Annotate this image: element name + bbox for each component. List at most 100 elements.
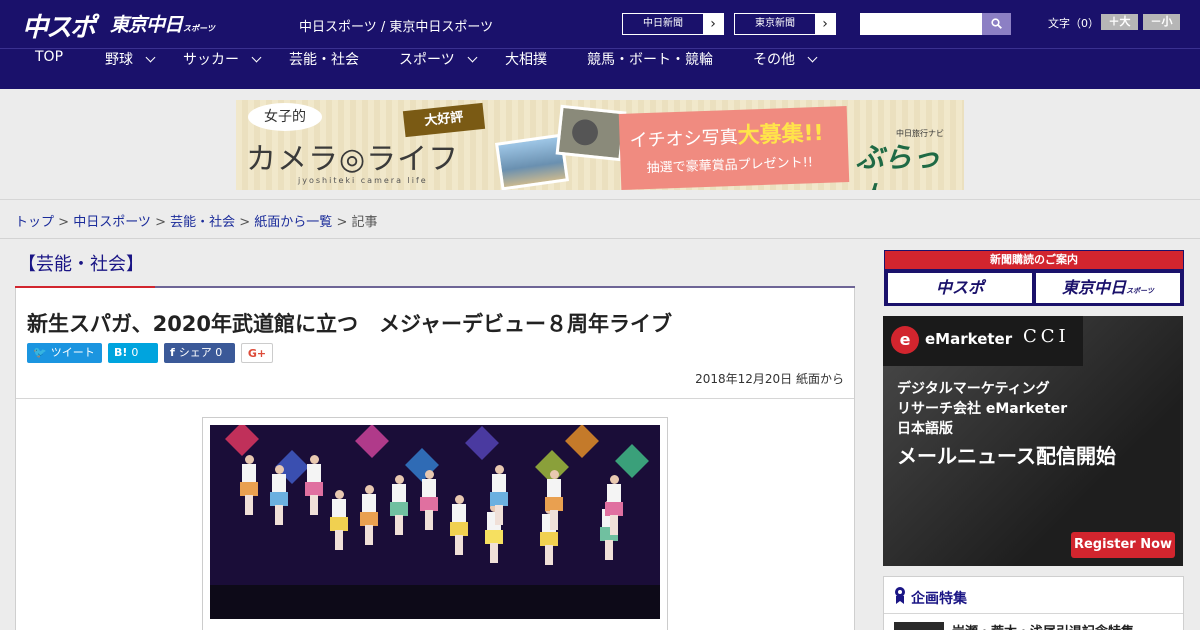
promo-line-1-pre: イチオシ写真	[629, 126, 738, 152]
paper-link-label: 中日新聞	[623, 14, 703, 34]
chevron-right-icon: ›	[822, 16, 828, 32]
ad-line-1: デジタルマーケティング	[897, 381, 1050, 397]
google-plus-button[interactable]: G+	[241, 343, 273, 363]
camera-life-banner-ad[interactable]: 女子的 カメラ◎ライフ jyoshiteki camera life 大好評 イ…	[236, 100, 964, 190]
tokyo-shimbun-link[interactable]: 東京新聞 ›	[734, 13, 836, 35]
emarketer-logo-icon: e	[891, 326, 919, 354]
hatena-icon: B!	[114, 346, 128, 359]
ad-line-3: 日本語版	[897, 421, 953, 437]
ad-partner: CCI	[1023, 326, 1070, 347]
nav-label: その他	[753, 52, 795, 68]
banner-bubble: 女子的	[248, 103, 322, 131]
tokyo-chunichi-logo[interactable]: 東京中日スポーツ	[110, 10, 215, 37]
search-icon	[991, 18, 1002, 29]
nav-item-entertainment[interactable]: 芸能・社会	[289, 49, 359, 89]
subscribe-logo-sub: スポーツ	[1126, 287, 1154, 295]
feature-title: 企画特集	[911, 591, 967, 607]
stage-decoration	[615, 444, 649, 478]
performer	[450, 495, 468, 555]
subscription-box: 新聞購読のご案内 中スポ 東京中日スポーツ	[884, 250, 1184, 306]
nav-item-sumo[interactable]: 大相撲	[505, 49, 547, 89]
concert-photo[interactable]	[210, 425, 660, 619]
subscribe-chuspo-button[interactable]: 中スポ	[888, 273, 1032, 303]
banner-promo-card: イチオシ写真大募集!! 抽選で豪華賞品プレゼント!!	[618, 106, 850, 190]
hatena-count: 0	[131, 346, 139, 359]
stage-decoration	[565, 425, 599, 458]
font-size-label: 文字（0）	[1048, 17, 1099, 30]
subscribe-tokyo-chunichi-button[interactable]: 東京中日スポーツ	[1036, 273, 1180, 303]
search-input[interactable]	[860, 13, 982, 35]
chevron-right-icon: ›	[710, 16, 716, 32]
hatena-bookmark-button[interactable]: B! 0	[108, 343, 158, 363]
nav-item-racing[interactable]: 競馬・ボート・競輪	[587, 49, 713, 89]
ad-logo-bar: e eMarketer CCI	[883, 316, 1083, 366]
nav-item-soccer[interactable]: サッカー	[183, 49, 262, 89]
breadcrumb-link-print-list[interactable]: 紙面から一覧	[254, 215, 332, 230]
nav-label: 大相撲	[505, 52, 547, 68]
nav-item-top[interactable]: TOP	[35, 49, 63, 89]
subscribe-logo-text: 東京中日	[1062, 278, 1127, 297]
nav-label: スポーツ	[399, 52, 455, 68]
banner-brand-logo: ぶらっ人	[856, 141, 941, 190]
ad-line-2: リサーチ会社 eMarketer	[897, 401, 1068, 417]
search-button[interactable]	[982, 13, 1011, 35]
font-larger-button[interactable]: ＋大	[1101, 14, 1138, 30]
feature-item-link[interactable]: 岩瀬・荒木・浅尾引退記念特集	[952, 621, 1134, 630]
breadcrumb: トップ > 中日スポーツ > 芸能・社会 > 紙面から一覧 > 記事	[15, 211, 378, 230]
facebook-count: 0	[215, 346, 223, 359]
stage-floor	[210, 585, 660, 619]
article-photo-frame	[202, 417, 668, 630]
facebook-label: シェア	[178, 346, 212, 359]
breadcrumb-current: 記事	[351, 215, 378, 230]
nav-item-other[interactable]: その他	[753, 49, 818, 89]
category-heading: 【芸能・社会】	[18, 254, 144, 275]
tokyo-logo-sub: スポーツ	[183, 24, 215, 33]
main-nav: TOP 野球 サッカー 芸能・社会 スポーツ 大相撲 競馬・ボート・競輪 その他	[0, 48, 1200, 89]
banner-title: カメラ◎ライフ	[246, 142, 460, 177]
facebook-icon: f	[170, 346, 175, 359]
performer	[360, 485, 378, 545]
tweet-label: ツイート	[50, 346, 95, 359]
breadcrumb-link-chunichi-sports[interactable]: 中日スポーツ	[73, 215, 151, 230]
banner-subtitle: jyoshiteki camera life	[298, 176, 428, 185]
performer	[420, 470, 438, 530]
article-card: 新生スパガ、2020年武道館に立つ メジャーデビュー８周年ライブ 🐦 ツイート B…	[15, 288, 855, 630]
emarketer-ad[interactable]: e eMarketer CCI デジタルマーケティング リサーチ会社 eMark…	[883, 316, 1183, 566]
divider	[16, 398, 854, 399]
performer	[330, 490, 348, 550]
performer	[545, 470, 563, 530]
subscription-heading: 新聞購読のご案内	[885, 251, 1183, 269]
nav-label: 芸能・社会	[289, 52, 359, 68]
feature-thumbnail[interactable]	[894, 622, 944, 630]
article-headline: 新生スパガ、2020年武道館に立つ メジャーデビュー８周年ライブ	[27, 312, 672, 336]
promo-line-1-big: 大募集!!	[737, 120, 825, 149]
nav-item-sports[interactable]: スポーツ	[399, 49, 478, 89]
performer	[270, 465, 288, 525]
promo-line-1: イチオシ写真大募集!!	[629, 115, 824, 154]
nav-label: 野球	[105, 52, 133, 68]
twitter-icon: 🐦	[33, 346, 47, 359]
ribbon-icon	[895, 587, 905, 604]
divider	[884, 613, 1183, 614]
chuspo-logo[interactable]: 中スポ	[22, 7, 96, 44]
breadcrumb-link-top[interactable]: トップ	[15, 215, 54, 230]
register-now-button[interactable]: Register Now	[1071, 532, 1175, 558]
breadcrumb-link-entertainment[interactable]: 芸能・社会	[170, 215, 235, 230]
breadcrumb-separator: >	[150, 215, 171, 230]
nav-item-baseball[interactable]: 野球	[105, 49, 156, 89]
nav-label: TOP	[35, 49, 64, 65]
tokyo-logo-text: 東京中日	[110, 14, 183, 36]
chevron-down-icon	[251, 52, 262, 63]
tweet-button[interactable]: 🐦 ツイート	[27, 343, 102, 363]
promo-line-2: 抽選で豪華賞品プレゼント!!	[646, 155, 814, 177]
facebook-share-button[interactable]: f シェア 0	[164, 343, 235, 363]
nav-label: 競馬・ボート・競輪	[587, 52, 713, 68]
feature-box: 企画特集 岩瀬・荒木・浅尾引退記念特集	[883, 576, 1184, 630]
site-name: 中日スポーツ / 東京中日スポーツ	[299, 20, 494, 35]
performer	[305, 455, 323, 515]
banner-photo	[555, 104, 627, 162]
breadcrumb-separator: >	[332, 215, 352, 230]
font-smaller-button[interactable]: －小	[1143, 14, 1180, 30]
nav-label: サッカー	[183, 52, 239, 68]
chunichi-shimbun-link[interactable]: 中日新聞 ›	[622, 13, 724, 35]
